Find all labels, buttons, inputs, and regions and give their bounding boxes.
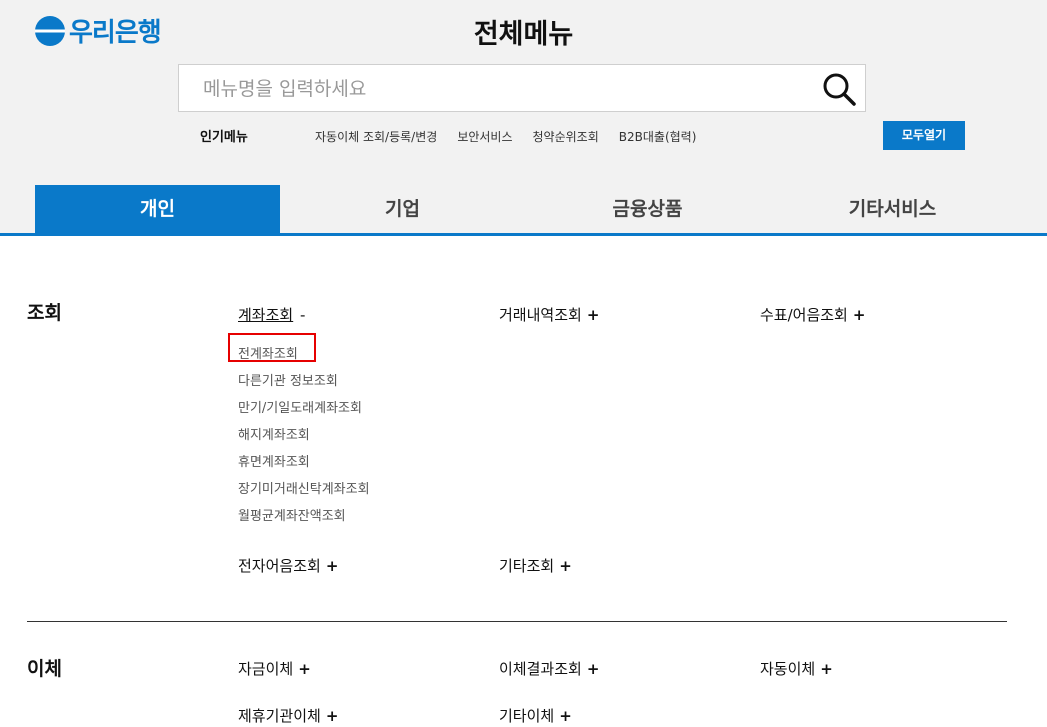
category-transaction-history[interactable]: 거래내역조회 + [499,304,599,325]
expand-icon: + [325,557,339,575]
expand-icon: + [298,660,311,678]
tab-other-services[interactable]: 기타서비스 [770,185,1015,233]
collapse-icon: - [299,306,306,324]
category-tabs: 개인 기업 금융상품 기타서비스 [35,185,1047,233]
subitem-dormant-accounts[interactable]: 휴면계좌조회 [238,451,310,470]
subitem-all-accounts[interactable]: 전계좌조회 [238,343,298,362]
section-title-inquiry: 조회 [27,302,62,324]
expand-icon: + [820,660,833,678]
category-label: 전자어음조회 [238,557,321,575]
section-title-transfer: 이체 [27,658,62,680]
category-label: 계좌조회 [238,306,294,324]
popular-link-auto-transfer[interactable]: 자동이체 조회/등록/변경 [315,128,437,145]
expand-icon: + [559,707,572,725]
expand-icon: + [559,557,572,575]
open-all-button[interactable]: 모두열기 [883,121,965,150]
search-input[interactable] [201,73,805,105]
popular-link-subscription[interactable]: 청약순위조회 [533,128,599,145]
tab-personal[interactable]: 개인 [35,185,280,233]
expand-icon: + [586,306,600,324]
category-label: 자금이체 [238,660,294,678]
subitem-monthly-balance[interactable]: 월평균계좌잔액조회 [238,505,346,524]
subitem-closed-accounts[interactable]: 해지계좌조회 [238,424,310,443]
popular-menu-links: 자동이체 조회/등록/변경 보안서비스 청약순위조회 B2B대출(협력) [315,128,696,145]
subitem-maturity-accounts[interactable]: 만기/기일도래계좌조회 [238,397,362,416]
category-fund-transfer[interactable]: 자금이체 + [238,658,311,679]
category-label: 제휴기관이체 [238,707,321,725]
category-other-transfer[interactable]: 기타이체 + [499,705,572,726]
expand-icon: + [325,707,339,725]
category-label: 이체결과조회 [499,660,582,678]
category-transfer-result[interactable]: 이체결과조회 + [499,658,599,679]
expand-icon: + [586,660,600,678]
subitem-long-term-trust[interactable]: 장기미거래신탁계좌조회 [238,478,370,497]
category-partner-transfer[interactable]: 제휴기관이체 + [238,705,338,726]
category-label: 기타이체 [499,707,555,725]
popular-link-b2b-loan[interactable]: B2B대출(협력) [619,128,697,145]
category-check-bill[interactable]: 수표/어음조회 + [760,304,865,325]
popular-link-security[interactable]: 보안서비스 [457,128,512,145]
category-label: 기타조회 [499,557,555,575]
subitem-other-institution[interactable]: 다른기관 정보조회 [238,370,338,389]
search-box [178,64,866,112]
category-label: 수표/어음조회 [760,306,848,324]
category-other-inquiry[interactable]: 기타조회 + [499,555,572,576]
page-title: 전체메뉴 [473,19,574,50]
search-icon[interactable] [821,71,857,107]
tab-corporate[interactable]: 기업 [280,185,525,233]
section-divider [27,621,1007,622]
expand-icon: + [852,306,866,324]
category-label: 자동이체 [760,660,816,678]
category-label: 거래내역조회 [499,306,582,324]
popular-menu-title: 인기메뉴 [200,130,248,145]
category-auto-transfer[interactable]: 자동이체 + [760,658,833,679]
category-account-inquiry[interactable]: 계좌조회 - [238,304,305,325]
tab-financial-products[interactable]: 금융상품 [525,185,770,233]
header-area: 우리은행 전체메뉴 인기메뉴 자동이체 조회/등록/변경 보안서비스 청약순위조… [0,0,1047,236]
category-e-bill-inquiry[interactable]: 전자어음조회 + [238,555,338,576]
